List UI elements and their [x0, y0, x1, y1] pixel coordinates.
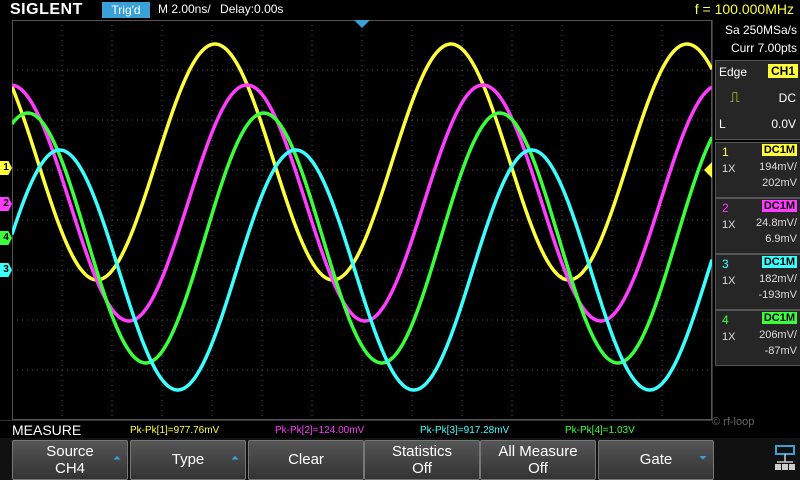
softkey-value: CH4	[54, 460, 85, 477]
trigger-type: Edge	[719, 65, 748, 79]
channel-volts-per-div: 182mV/	[759, 273, 797, 285]
channel-offset: -193mV	[758, 289, 797, 301]
channel-probe-ratio: 1X	[722, 275, 736, 287]
measurement-pkpk-3: Pk-Pk[3]=917.28mV	[420, 425, 510, 436]
softkey-label: Statistics	[391, 443, 452, 460]
channel-volts-per-div: 194mV/	[759, 161, 797, 173]
gate-softkey[interactable]: Gate ⏷	[598, 440, 714, 480]
up-arrow-icon: ⏶	[231, 453, 239, 464]
channel-volts-per-div: 206mV/	[759, 329, 797, 341]
trigger-status-badge: Trig'd	[102, 2, 150, 18]
trigger-info-box[interactable]: Edge CH1 ⎍ DC L 0.0V	[715, 60, 800, 140]
channel-offset: 6.9mV	[765, 233, 797, 245]
channel-offset: 202mV	[762, 177, 797, 189]
current-points: Curr 7.00pts	[730, 41, 797, 55]
channel-number: 2	[722, 201, 729, 215]
trigger-coupling: DC	[778, 91, 796, 105]
measure-bar: MEASURE Pk-Pk[1]=977.76mV Pk-Pk[2]=124.0…	[0, 420, 712, 439]
watermark: © rf-loop	[712, 416, 755, 428]
down-arrow-icon: ⏷	[699, 453, 707, 464]
softkey-label: Source	[46, 443, 94, 460]
trigger-level-marker	[704, 162, 712, 178]
right-info-panel: Sa 250MSa/s Curr 7.00pts Edge CH1 ⎍ DC L…	[712, 20, 800, 420]
measurement-pkpk-4: Pk-Pk[4]=1.03V	[565, 425, 635, 436]
channel-coupling: DC1M	[761, 200, 797, 212]
measurement-pkpk-2: Pk-Pk[2]=124.00mV	[275, 425, 365, 436]
trigger-source: CH1	[767, 64, 798, 78]
softkey-label: Clear	[288, 451, 324, 468]
channel-probe-ratio: 1X	[722, 219, 736, 231]
source-softkey[interactable]: Source CH4 ⏶	[12, 440, 128, 480]
waveform-ch1	[12, 42, 712, 282]
softkey-bar: Source CH4 ⏶ Type ⏶ Clear Statistics Off…	[0, 438, 800, 480]
channel-volts-per-div: 24.8mV/	[756, 217, 797, 229]
sample-rate: Sa 250MSa/s	[724, 23, 797, 37]
channel-marker-3[interactable]: 3	[0, 263, 12, 277]
timebase-readout: M 2.00ns/ Delay:0.00s	[158, 2, 283, 16]
channel-3-info-box[interactable]: 3 DC1M 1X 182mV/ -193mV	[715, 254, 800, 310]
softkey-value: Off	[528, 460, 548, 477]
top-status-bar: SIGLENT Trig'd M 2.00ns/ Delay:0.00s f =…	[0, 0, 800, 20]
up-arrow-icon: ⏶	[113, 453, 121, 464]
siglent-logo: SIGLENT	[10, 1, 83, 18]
channel-number: 1	[722, 145, 729, 159]
channel-offset: -87mV	[764, 345, 797, 357]
measurement-pkpk-1: Pk-Pk[1]=977.76mV	[130, 425, 220, 436]
channel-number: 4	[722, 313, 729, 327]
statistics-softkey[interactable]: Statistics Off	[364, 440, 480, 480]
channel-number: 3	[722, 257, 729, 271]
trigger-level: 0.0V	[771, 117, 796, 131]
channel-2-info-box[interactable]: 2 DC1M 1X 24.8mV/6.9mV	[715, 198, 800, 254]
softkey-label: All Measure	[498, 443, 578, 460]
channel-coupling: DC1M	[761, 256, 797, 268]
channel-probe-ratio: 1X	[722, 163, 736, 175]
softkey-label: Type	[171, 451, 205, 468]
waveform-display[interactable]	[12, 20, 712, 420]
type-softkey[interactable]: Type ⏶	[130, 440, 246, 480]
delay-value: Delay:0.00s	[220, 2, 284, 16]
softkey-value: Off	[412, 460, 432, 477]
frequency-readout: f = 100.000MHz	[694, 1, 794, 17]
trigger-position-marker	[354, 20, 370, 28]
trigger-mode: L	[719, 117, 726, 131]
channel-marker-1[interactable]: 1	[0, 161, 12, 175]
rising-edge-icon: ⎍	[730, 89, 740, 105]
timebase-value: M 2.00ns/	[158, 2, 211, 16]
channel-4-info-box[interactable]: 4 DC1M 1X 206mV/ -87mV	[715, 310, 800, 366]
channel-coupling: DC1M	[761, 312, 797, 324]
channel-coupling: DC1M	[761, 144, 797, 156]
clear-softkey[interactable]: Clear	[248, 440, 364, 480]
measure-title: MEASURE	[12, 422, 82, 438]
watermark-text: rf-loop	[723, 416, 755, 428]
channel-probe-ratio: 1X	[722, 331, 736, 343]
channel-marker-4[interactable]: 4	[0, 231, 12, 245]
network-lan-icon	[775, 445, 795, 470]
channel-1-info-box[interactable]: 1 DC1M 1X 194mV/202mV	[715, 142, 800, 198]
channel-marker-2[interactable]: 2	[0, 197, 12, 211]
all-measure-softkey[interactable]: All Measure Off	[480, 440, 596, 480]
softkey-label: Gate	[639, 451, 673, 468]
